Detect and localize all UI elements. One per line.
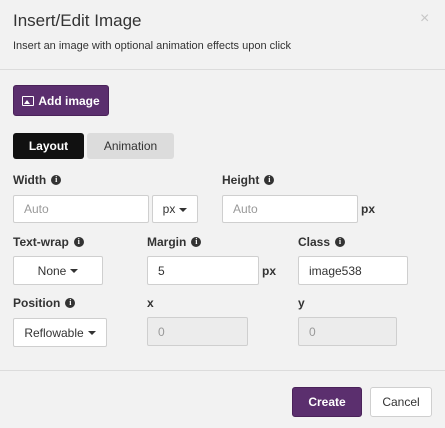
height-unit: px: [361, 202, 376, 216]
height-label: Height i: [222, 173, 275, 187]
position-select[interactable]: Reflowable: [13, 318, 107, 347]
x-input: [147, 317, 248, 346]
height-input[interactable]: [222, 195, 358, 223]
dialog-subtitle: Insert an image with optional animation …: [13, 40, 292, 52]
class-input[interactable]: [298, 256, 408, 285]
width-label: Width i: [13, 173, 62, 187]
tab-animation[interactable]: Animation: [87, 133, 174, 159]
caret-down-icon: [179, 207, 188, 212]
info-icon[interactable]: i: [191, 237, 202, 247]
class-label: Class i: [298, 235, 346, 249]
margin-unit: px: [262, 264, 277, 278]
footer-divider: [0, 370, 445, 371]
info-icon[interactable]: i: [264, 175, 275, 185]
cancel-button[interactable]: Cancel: [370, 387, 432, 417]
add-image-button[interactable]: Add image: [13, 85, 109, 116]
position-label-text: Position: [13, 296, 61, 310]
create-button[interactable]: Create: [292, 387, 362, 417]
margin-label-text: Margin: [147, 235, 187, 249]
info-icon[interactable]: i: [51, 175, 62, 185]
x-label: x: [147, 296, 154, 310]
tab-layout[interactable]: Layout: [13, 133, 84, 159]
text-wrap-value: None: [37, 263, 67, 278]
margin-input[interactable]: [147, 256, 259, 285]
class-label-text: Class: [298, 235, 331, 249]
add-image-label: Add image: [38, 93, 100, 108]
text-wrap-label-text: Text-wrap: [13, 235, 69, 249]
caret-down-icon: [70, 269, 79, 273]
y-label: y: [298, 296, 305, 310]
text-wrap-label: Text-wrap i: [13, 235, 84, 249]
info-icon[interactable]: i: [335, 237, 346, 247]
width-input[interactable]: [13, 195, 149, 223]
caret-down-icon: [87, 331, 96, 335]
info-icon[interactable]: i: [65, 298, 76, 308]
info-icon[interactable]: i: [73, 237, 84, 247]
text-wrap-select[interactable]: None: [13, 256, 103, 285]
margin-label: Margin i: [147, 235, 202, 249]
width-unit-value: px: [162, 202, 176, 216]
position-label: Position i: [13, 296, 76, 310]
dialog-title: Insert/Edit Image: [13, 11, 142, 30]
close-icon[interactable]: ×: [420, 11, 429, 27]
position-value: Reflowable: [24, 325, 84, 340]
height-label-text: Height: [222, 173, 260, 187]
width-unit-select[interactable]: px: [152, 195, 198, 223]
y-input: [298, 317, 397, 346]
width-label-text: Width: [13, 173, 47, 187]
image-icon: [22, 95, 35, 106]
